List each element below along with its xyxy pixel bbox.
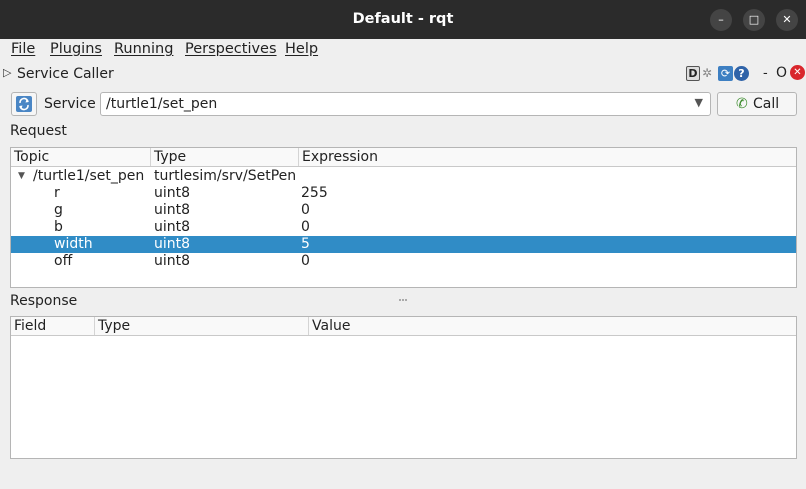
- request-tree[interactable]: Topic Type Expression ▼ /turtle1/set_pen…: [10, 147, 797, 288]
- request-label: Request: [10, 123, 67, 139]
- call-button-label: Call: [753, 96, 780, 112]
- plugin-title: Service Caller: [17, 66, 114, 82]
- window-titlebar: Default - rqt – □ ✕: [0, 0, 806, 39]
- menu-perspectives[interactable]: Perspectives: [185, 41, 277, 57]
- row-type: uint8: [154, 253, 191, 269]
- service-row: Service /turtle1/set_pen ▼ ✆ Call: [0, 90, 806, 118]
- column-expression[interactable]: Expression: [299, 148, 796, 166]
- plugin-dock-bar: ▷ Service Caller D ✲ ⟳ ? - O ✕: [0, 63, 806, 85]
- table-row[interactable]: r uint8 255: [11, 185, 796, 202]
- column-topic[interactable]: Topic: [11, 148, 151, 166]
- response-label: Response: [10, 293, 78, 309]
- row-expression[interactable]: 255: [301, 185, 328, 202]
- menu-file[interactable]: File: [11, 41, 35, 57]
- response-header: Field Type Value: [11, 317, 796, 336]
- table-row[interactable]: b uint8 0: [11, 219, 796, 236]
- request-header: Topic Type Expression: [11, 148, 796, 167]
- menu-plugins[interactable]: Plugins: [50, 41, 102, 57]
- close-button[interactable]: ✕: [776, 9, 798, 31]
- row-type: uint8: [154, 236, 191, 252]
- column-type[interactable]: Type: [151, 148, 299, 166]
- service-select-value: /turtle1/set_pen: [106, 96, 218, 112]
- service-label: Service: [44, 96, 96, 112]
- row-topic: width: [54, 236, 93, 252]
- minimize-button[interactable]: –: [710, 9, 732, 31]
- menu-help[interactable]: Help: [285, 41, 318, 57]
- call-button[interactable]: ✆ Call: [717, 92, 797, 116]
- collapse-arrow-icon[interactable]: ▷: [3, 66, 11, 79]
- row-type: uint8: [154, 202, 191, 218]
- column-field[interactable]: Field: [11, 317, 95, 335]
- menu-bar: File Plugins Running Perspectives Help: [0, 39, 806, 63]
- column-type[interactable]: Type: [95, 317, 309, 335]
- refresh-icon: [16, 96, 32, 112]
- expand-arrow-icon[interactable]: ▼: [18, 168, 25, 185]
- phone-icon: ✆: [736, 96, 748, 112]
- refresh-services-button[interactable]: [11, 92, 37, 116]
- row-expression[interactable]: 0: [301, 219, 310, 236]
- table-row[interactable]: off uint8 0: [11, 253, 796, 270]
- row-topic: b: [54, 219, 63, 235]
- service-select[interactable]: /turtle1/set_pen ▼: [100, 92, 711, 116]
- gear-icon[interactable]: ✲: [702, 66, 712, 82]
- row-type: turtlesim/srv/SetPen: [154, 168, 297, 184]
- column-value[interactable]: Value: [309, 317, 796, 335]
- maximize-button[interactable]: □: [743, 9, 765, 31]
- debug-button[interactable]: D: [686, 66, 700, 81]
- table-row-selected[interactable]: width uint8 5: [11, 236, 796, 253]
- row-topic: off: [54, 253, 73, 269]
- table-row[interactable]: ▼ /turtle1/set_pen turtlesim/srv/SetPen: [11, 168, 796, 185]
- row-expression[interactable]: 0: [301, 253, 310, 270]
- table-row[interactable]: g uint8 0: [11, 202, 796, 219]
- row-topic: r: [54, 185, 60, 201]
- row-topic: g: [54, 202, 63, 218]
- dock-undock-button[interactable]: O: [776, 65, 787, 81]
- close-plugin-icon[interactable]: ✕: [790, 65, 805, 80]
- row-expression[interactable]: 0: [301, 202, 310, 219]
- row-topic: /turtle1/set_pen: [33, 168, 145, 184]
- row-type: uint8: [154, 219, 191, 235]
- window-title: Default - rqt: [352, 11, 454, 27]
- row-type: uint8: [154, 185, 191, 201]
- response-tree[interactable]: Field Type Value: [10, 316, 797, 459]
- splitter-handle[interactable]: [399, 289, 411, 301]
- help-icon[interactable]: ?: [734, 66, 749, 81]
- menu-running[interactable]: Running: [114, 41, 173, 57]
- dock-minimize-icon[interactable]: -: [763, 66, 768, 82]
- chevron-down-icon: ▼: [694, 96, 703, 109]
- reload-icon[interactable]: ⟳: [718, 66, 733, 81]
- row-expression[interactable]: 5: [301, 236, 310, 253]
